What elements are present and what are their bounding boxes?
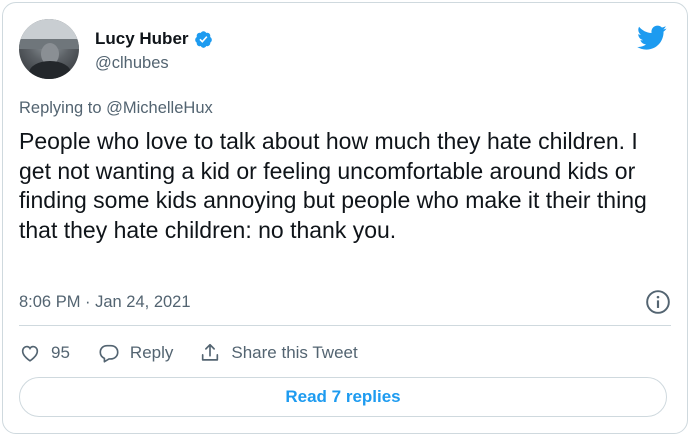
like-button[interactable]: 95 <box>19 342 70 364</box>
author-handle[interactable]: @clhubes <box>95 54 213 73</box>
author-display-name[interactable]: Lucy Huber <box>95 29 189 49</box>
info-icon[interactable] <box>645 289 671 315</box>
read-replies-button[interactable]: Read 7 replies <box>19 377 667 417</box>
reply-button[interactable]: Reply <box>98 342 173 364</box>
replying-to[interactable]: Replying to @MichelleHux <box>19 99 213 118</box>
tweet-text: People who love to talk about how much t… <box>19 128 647 243</box>
reply-label: Reply <box>129 343 174 362</box>
tweet-timestamp[interactable]: 8:06 PM · Jan 24, 2021 <box>19 293 191 312</box>
divider <box>19 325 671 326</box>
author-block[interactable]: Lucy Huber @clhubes <box>95 29 213 73</box>
share-label: Share this Tweet <box>231 343 358 362</box>
avatar[interactable] <box>19 19 79 79</box>
twitter-bird-icon[interactable] <box>637 25 667 51</box>
like-count: 95 <box>51 343 70 362</box>
tweet-header: Lucy Huber @clhubes <box>19 19 671 83</box>
tweet-card: Lucy Huber @clhubes Replying to @Michell… <box>2 2 688 434</box>
verified-badge-icon <box>194 30 212 48</box>
share-icon <box>202 343 219 361</box>
reply-icon <box>99 344 119 363</box>
share-button[interactable]: Share this Tweet <box>199 342 358 364</box>
tweet-actions: 95 Reply Share this Tweet <box>19 339 358 367</box>
heart-icon <box>21 345 39 362</box>
